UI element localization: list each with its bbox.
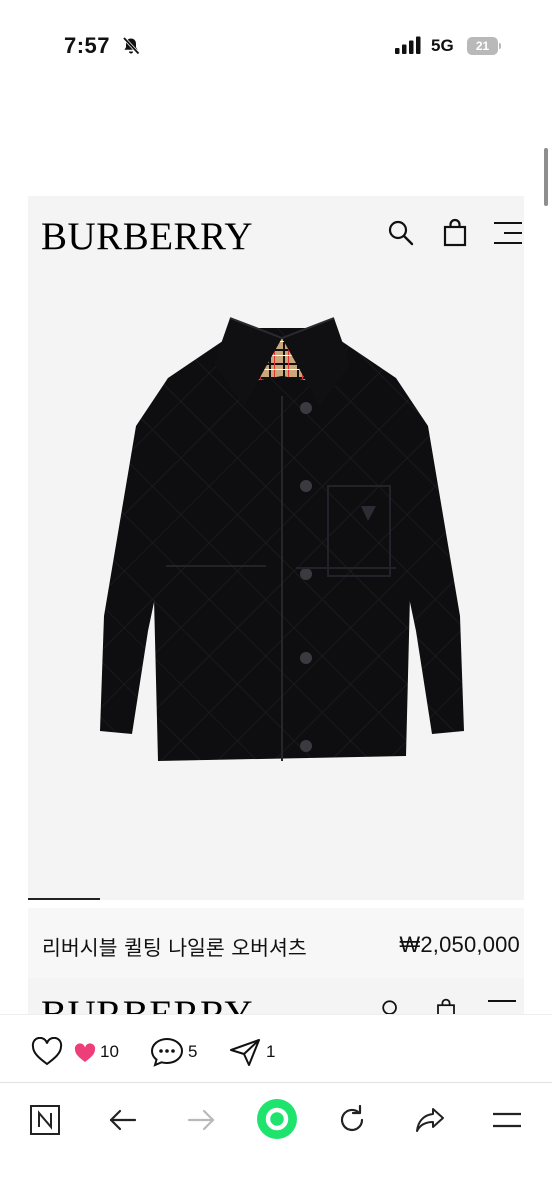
pink-heart-icon bbox=[74, 1043, 96, 1062]
like-heart-icon[interactable] bbox=[30, 1037, 64, 1067]
brand-logo: BURBERRY bbox=[41, 992, 253, 1014]
battery-icon: 21 bbox=[467, 37, 501, 55]
back-arrow-icon[interactable] bbox=[106, 1103, 140, 1137]
carousel-indicator bbox=[28, 898, 100, 900]
shopping-bag-icon bbox=[440, 218, 470, 248]
reactions-bar: 10 5 1 bbox=[0, 1014, 552, 1086]
next-product-card[interactable]: BURBERRY bbox=[28, 978, 524, 1014]
search-icon bbox=[386, 218, 416, 248]
forward-arrow-icon[interactable] bbox=[184, 1103, 218, 1137]
share-icon[interactable] bbox=[413, 1103, 447, 1137]
share-send-icon[interactable] bbox=[228, 1037, 262, 1067]
jacket-image bbox=[100, 317, 464, 761]
naver-n-icon[interactable] bbox=[28, 1103, 62, 1137]
status-time: 7:57 bbox=[64, 33, 111, 58]
menu-icon bbox=[488, 1000, 516, 1002]
network-type: 5G bbox=[431, 36, 454, 55]
comments-count: 5 bbox=[188, 1042, 198, 1061]
product-caption[interactable]: 리버시블 퀼팅 나일론 오버셔츠 ₩2,050,000 bbox=[28, 908, 524, 978]
browser-toolbar bbox=[0, 1082, 552, 1200]
status-bar: 7:57 5G 21 bbox=[0, 0, 552, 92]
brand-logo: BURBERRY bbox=[41, 215, 254, 258]
cellular-signal-icon bbox=[395, 36, 421, 54]
product-name: 리버시블 퀼팅 나일론 오버셔츠 bbox=[42, 936, 307, 960]
battery-tip bbox=[499, 43, 501, 49]
menu-icon[interactable] bbox=[490, 1103, 524, 1137]
hearts-count: 10 bbox=[100, 1042, 119, 1061]
comment-icon[interactable] bbox=[150, 1037, 184, 1067]
battery-level: 21 bbox=[467, 37, 498, 55]
shopping-bag-icon bbox=[437, 998, 455, 1014]
shares-count: 1 bbox=[266, 1042, 276, 1061]
search-icon bbox=[382, 1000, 397, 1014]
menu-icon bbox=[492, 218, 522, 248]
product-image-card[interactable]: BURBERRY bbox=[28, 196, 524, 900]
bell-muted-icon bbox=[122, 36, 140, 55]
product-price: ₩2,050,000 bbox=[399, 932, 520, 957]
reload-icon[interactable] bbox=[335, 1103, 369, 1137]
home-circle-icon[interactable] bbox=[256, 1098, 298, 1140]
scroll-indicator bbox=[544, 148, 548, 206]
